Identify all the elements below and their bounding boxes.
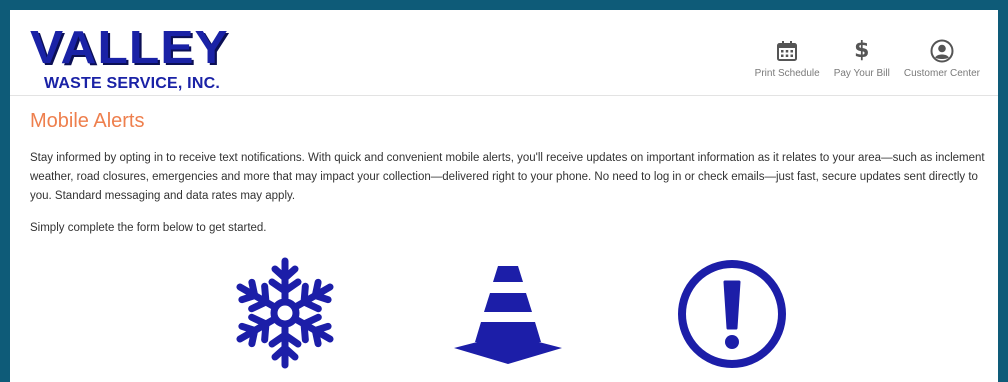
exclamation-icon <box>676 258 788 375</box>
traffic-cone-icon <box>450 260 566 371</box>
header-nav: Print Schedule $ Pay Your Bill Customer … <box>755 38 980 80</box>
main-content: Mobile Alerts Stay informed by opting in… <box>30 106 985 238</box>
user-icon <box>930 38 954 64</box>
nav-pay-bill-label: Pay Your Bill <box>833 68 890 79</box>
snowflake-icon <box>228 256 342 375</box>
logo-main-text: VALLEY <box>30 21 229 73</box>
calendar-icon <box>776 38 798 64</box>
nav-customer-center[interactable]: Customer Center <box>904 38 980 79</box>
logo[interactable]: VALLEY WASTE SERVICE, INC. <box>30 24 230 94</box>
page-frame: VALLEY WASTE SERVICE, INC. Print Schedul… <box>10 10 998 382</box>
dollar-icon: $ <box>854 38 870 63</box>
nav-customer-center-label: Customer Center <box>903 68 980 79</box>
nav-pay-bill[interactable]: $ Pay Your Bill <box>833 38 890 80</box>
nav-print-schedule-label: Print Schedule <box>754 68 820 79</box>
intro-paragraph: Stay informed by opting in to receive te… <box>30 152 985 202</box>
alert-icons-row <box>10 256 998 382</box>
nav-print-schedule[interactable]: Print Schedule <box>755 38 820 79</box>
instruction-paragraph: Simply complete the form below to get st… <box>30 222 267 234</box>
logo-sub-text: WASTE SERVICE, INC. <box>44 75 220 92</box>
site-header: VALLEY WASTE SERVICE, INC. Print Schedul… <box>10 10 998 96</box>
page-title: Mobile Alerts <box>30 110 145 132</box>
